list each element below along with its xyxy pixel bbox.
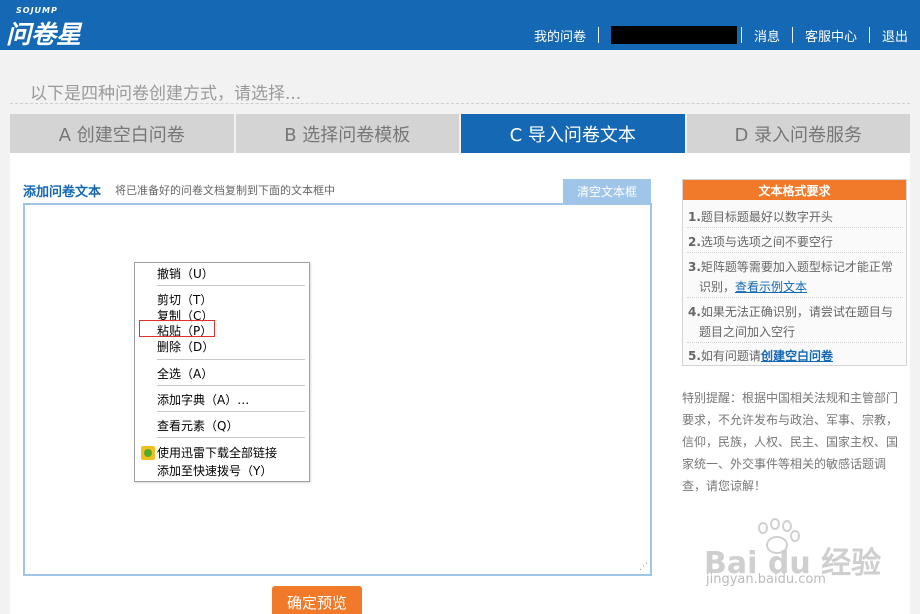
rule-number: 2. — [688, 235, 701, 249]
import-hint: 将已准备好的问卷文档复制到下面的文本框中 — [115, 184, 335, 197]
rule-text: 如果无法正确识别，请尝试在题目与 — [700, 305, 893, 319]
rule-number: 3. — [688, 260, 701, 274]
menu-item-cut[interactable]: 剪切（T） — [157, 291, 212, 308]
rule-separator — [687, 342, 903, 343]
menu-separator — [157, 285, 305, 286]
logo-sub: SOJUMP — [16, 6, 58, 15]
rule-item: 4.如果无法正确识别，请尝试在题目与 — [688, 303, 893, 320]
menu-item-thunder-download[interactable]: 使用迅雷下载全部链接 — [157, 444, 277, 461]
menu-item-delete[interactable]: 删除（D） — [157, 338, 214, 355]
rule-item: 5.如有问题请创建空白问卷 — [688, 347, 833, 364]
context-menu: 撤销（U） 剪切（T） 复制（C） 粘贴（P） 删除（D） 全选（A） 添加字典… — [134, 262, 310, 482]
clear-textbox-button[interactable]: 清空文本框 — [563, 179, 651, 203]
top-nav: 我的问卷 消息 客服中心 退出 — [522, 26, 920, 45]
rule-separator — [687, 227, 903, 228]
rule-text: 识别， — [699, 280, 736, 294]
menu-separator — [157, 437, 305, 438]
tab-import-text[interactable]: C 导入问卷文本 — [461, 114, 685, 161]
rule-item-cont: 题目之间加入空行 — [699, 323, 795, 340]
nav-logout[interactable]: 退出 — [870, 26, 920, 45]
menu-item-select-all[interactable]: 全选（A） — [157, 365, 213, 382]
watermark-url: jingyan.baidu.com — [706, 572, 826, 587]
rule-number: 4. — [688, 305, 701, 319]
tab-create-blank[interactable]: A 创建空白问卷 — [10, 114, 234, 153]
resize-grip-icon[interactable]: ⋰ — [639, 563, 648, 572]
rule-item-cont: 识别，查看示例文本 — [699, 278, 807, 295]
rule-text: 题目标题最好以数字开头 — [700, 210, 833, 224]
rule-item: 1.题目标题最好以数字开头 — [688, 208, 833, 225]
nav-customer-service[interactable]: 客服中心 — [793, 26, 869, 45]
rule-text: 选项与选项之间不要空行 — [700, 235, 833, 249]
special-notice: 特别提醒：根据中国相关法规和主管部门要求，不允许发布与政治、军事、宗教，信仰，民… — [682, 391, 899, 493]
menu-item-add-dictionary[interactable]: 添加字典（A）… — [157, 391, 249, 408]
nav-messages[interactable]: 消息 — [742, 26, 792, 45]
tab-entry-service[interactable]: D 录入问卷服务 — [686, 114, 910, 153]
redacted-username — [610, 26, 737, 44]
tab-choose-template[interactable]: B 选择问卷模板 — [235, 114, 459, 153]
menu-item-paste[interactable]: 粘贴（P） — [157, 322, 212, 339]
nav-my-surveys[interactable]: 我的问卷 — [522, 26, 598, 45]
nav-separator — [597, 27, 599, 43]
menu-separator — [157, 385, 305, 386]
rule-number: 5. — [688, 349, 701, 363]
rule-number: 1. — [688, 210, 701, 224]
format-rules-box: 文本格式要求 1.题目标题最好以数字开头 2.选项与选项之间不要空行 3.矩阵题… — [682, 179, 907, 366]
confirm-preview-button[interactable]: 确定预览 — [272, 586, 362, 614]
nav-separator — [868, 27, 870, 43]
create-method-tabs: A 创建空白问卷 B 选择问卷模板 C 导入问卷文本 D 录入问卷服务 — [10, 114, 910, 161]
rule-text: 如有问题请 — [700, 349, 761, 363]
rule-item: 2.选项与选项之间不要空行 — [688, 233, 833, 250]
survey-text-input[interactable]: ⋰ — [23, 203, 652, 576]
menu-item-speed-dial[interactable]: 添加至快速拨号（Y） — [157, 462, 272, 479]
rule-text: 题目之间加入空行 — [699, 325, 796, 339]
nav-separator — [791, 27, 793, 43]
menu-separator — [157, 411, 305, 412]
rules-title: 文本格式要求 — [683, 180, 906, 200]
rule-separator — [687, 252, 903, 253]
rule-text: 矩阵题等需要加入题型标记才能正常 — [700, 260, 893, 274]
nav-separator — [740, 27, 742, 43]
view-example-link[interactable]: 查看示例文本 — [735, 280, 807, 294]
intro-text: 以下是四种问卷创建方式，请选择... — [30, 84, 302, 104]
rule-separator — [687, 297, 903, 298]
menu-separator — [157, 359, 305, 360]
top-bar: SOJUMP 问卷星 我的问卷 消息 客服中心 退出 — [0, 0, 920, 50]
rule-item: 3.矩阵题等需要加入题型标记才能正常 — [688, 258, 893, 275]
menu-item-undo[interactable]: 撤销（U） — [157, 265, 214, 282]
create-blank-survey-link[interactable]: 创建空白问卷 — [761, 349, 833, 363]
logo-main: 问卷星 — [6, 20, 82, 49]
thunder-download-icon — [141, 446, 155, 460]
import-title: 添加问卷文本 — [23, 185, 102, 200]
divider — [10, 103, 910, 104]
menu-item-inspect[interactable]: 查看元素（Q） — [157, 417, 238, 434]
